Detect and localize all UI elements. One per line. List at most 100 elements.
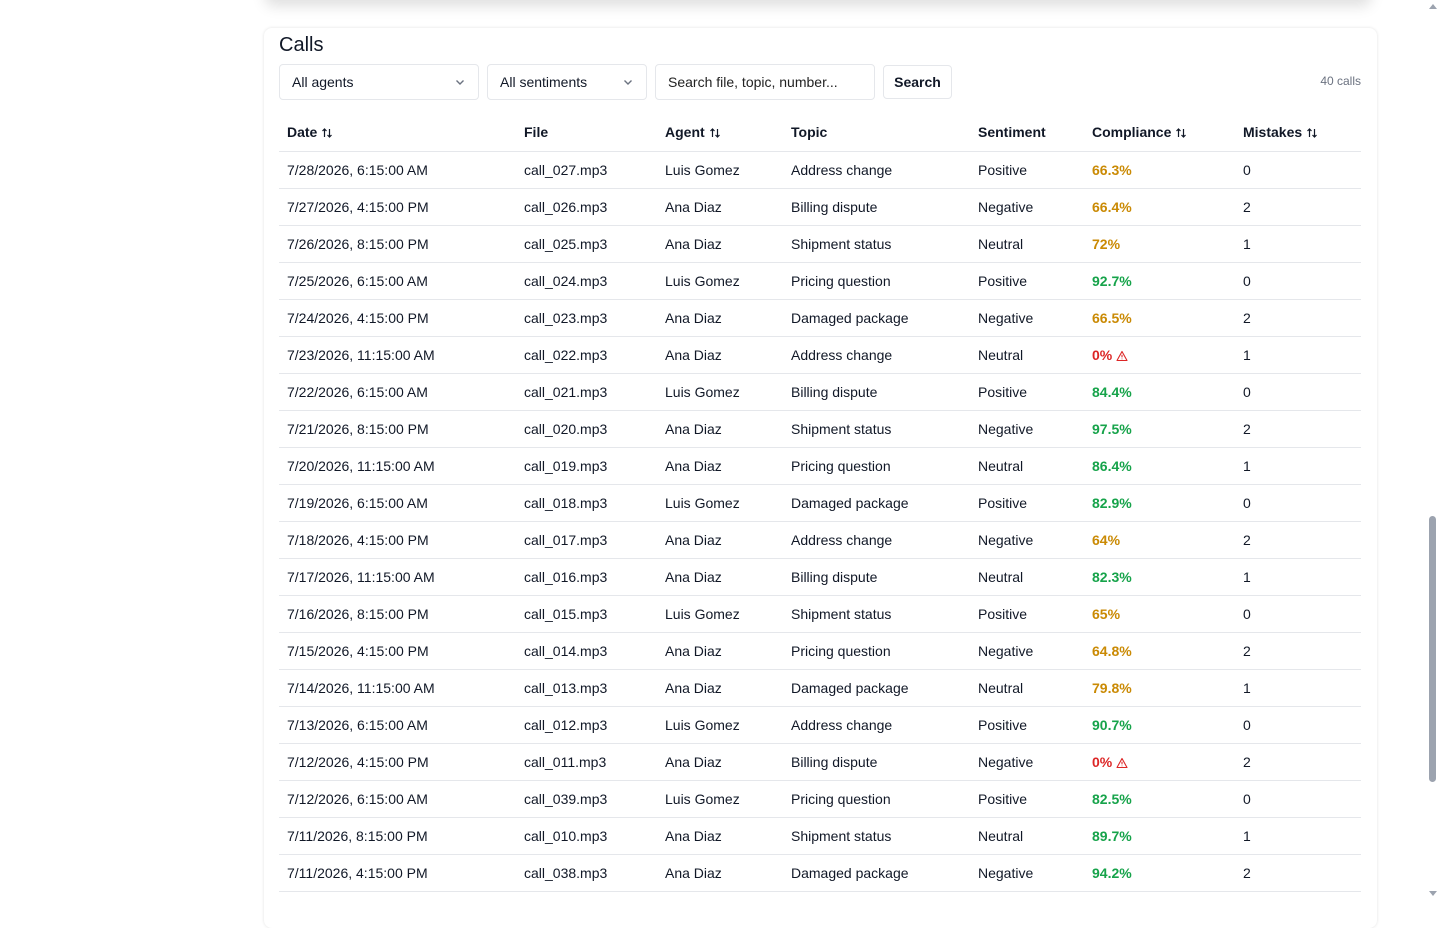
cell-sentiment: Negative (970, 632, 1084, 670)
cell-compliance: 84.4% (1084, 373, 1235, 411)
table-row[interactable]: 7/18/2026, 4:15:00 PM call_017.mp3 Ana Dia… (279, 521, 1361, 559)
cell-file: call_021.mp3 (516, 373, 657, 411)
cell-mistakes: 1 (1235, 336, 1361, 374)
cell-compliance: 97.5% (1084, 410, 1235, 448)
compliance-value: 64.8% (1092, 643, 1132, 659)
section-title: Calls (279, 34, 324, 56)
table-row[interactable]: 7/12/2026, 6:15:00 AM call_039.mp3 Luis Go… (279, 780, 1361, 818)
table-row[interactable]: 7/12/2026, 4:15:00 PM call_011.mp3 Ana Dia… (279, 743, 1361, 781)
table-row[interactable]: 7/11/2026, 8:15:00 PM call_010.mp3 Ana Dia… (279, 817, 1361, 855)
cell-sentiment: Negative (970, 299, 1084, 337)
table-row[interactable]: 7/19/2026, 6:15:00 AM call_018.mp3 Luis Go… (279, 484, 1361, 522)
cell-sentiment: Positive (970, 262, 1084, 300)
table-row[interactable]: 7/17/2026, 11:15:00 AM call_016.mp3 Ana Di… (279, 558, 1361, 596)
column-header-compliance[interactable]: Compliance (1084, 113, 1235, 152)
table-row[interactable]: 7/25/2026, 6:15:00 AM call_024.mp3 Luis Go… (279, 262, 1361, 300)
compliance-value: 82.9% (1092, 495, 1132, 511)
table-row[interactable]: 7/24/2026, 4:15:00 PM call_023.mp3 Ana Dia… (279, 299, 1361, 337)
cell-topic: Billing dispute (783, 743, 970, 781)
cell-agent: Ana Diaz (657, 188, 783, 226)
compliance-value: 97.5% (1092, 421, 1132, 437)
sentiment-filter-select[interactable]: All sentiments (487, 64, 647, 100)
column-header-mistakes[interactable]: Mistakes (1235, 113, 1361, 152)
cell-file: call_017.mp3 (516, 521, 657, 559)
compliance-value: 66.5% (1092, 310, 1132, 326)
compliance-value: 65% (1092, 606, 1121, 622)
cell-file: call_026.mp3 (516, 188, 657, 226)
cell-sentiment: Positive (970, 373, 1084, 411)
cell-compliance: 64% (1084, 521, 1235, 559)
cell-topic: Pricing question (783, 632, 970, 670)
table-row[interactable]: 7/22/2026, 6:15:00 AM call_021.mp3 Luis Go… (279, 373, 1361, 411)
cell-mistakes: 2 (1235, 854, 1361, 892)
cell-mistakes: 0 (1235, 706, 1361, 744)
table-row[interactable]: 7/26/2026, 8:15:00 PM call_025.mp3 Ana Dia… (279, 225, 1361, 263)
cell-sentiment: Neutral (970, 447, 1084, 485)
search-button[interactable]: Search (883, 65, 952, 99)
cell-mistakes: 0 (1235, 595, 1361, 633)
cell-file: call_010.mp3 (516, 817, 657, 855)
cell-date: 7/12/2026, 6:15:00 AM (279, 780, 516, 818)
cell-topic: Address change (783, 151, 970, 189)
cell-file: call_039.mp3 (516, 780, 657, 818)
cell-sentiment: Positive (970, 780, 1084, 818)
cell-sentiment: Positive (970, 484, 1084, 522)
cell-file: call_020.mp3 (516, 410, 657, 448)
cell-agent: Ana Diaz (657, 447, 783, 485)
scroll-down-arrow-icon[interactable] (1429, 891, 1437, 896)
chevron-down-icon (456, 80, 464, 85)
table-row[interactable]: 7/13/2026, 6:15:00 AM call_012.mp3 Luis Go… (279, 706, 1361, 744)
calls-table: Date File Agent Topic Sentiment Complian… (279, 113, 1361, 892)
compliance-value: 0% (1092, 347, 1113, 363)
cell-compliance: 94.2% (1084, 854, 1235, 892)
cell-topic: Damaged package (783, 484, 970, 522)
table-row[interactable]: 7/16/2026, 8:15:00 PM call_015.mp3 Luis Go… (279, 595, 1361, 633)
compliance-value: 72% (1092, 236, 1121, 252)
cell-compliance: 82.3% (1084, 558, 1235, 596)
cell-compliance: 89.7% (1084, 817, 1235, 855)
cell-compliance: 66.4% (1084, 188, 1235, 226)
cell-sentiment: Neutral (970, 817, 1084, 855)
sentiment-filter-value: All sentiments (500, 74, 588, 90)
column-header-agent[interactable]: Agent (657, 113, 783, 152)
column-header-date[interactable]: Date (279, 113, 516, 152)
compliance-value: 90.7% (1092, 717, 1132, 733)
table-row[interactable]: 7/11/2026, 4:15:00 PM call_038.mp3 Ana Dia… (279, 854, 1361, 892)
cell-topic: Billing dispute (783, 558, 970, 596)
cell-file: call_015.mp3 (516, 595, 657, 633)
scrollbar-thumb[interactable] (1429, 516, 1436, 782)
scroll-up-arrow-icon[interactable] (1429, 4, 1437, 9)
cell-mistakes: 0 (1235, 262, 1361, 300)
cell-date: 7/27/2026, 4:15:00 PM (279, 188, 516, 226)
cell-date: 7/28/2026, 6:15:00 AM (279, 151, 516, 189)
cell-agent: Ana Diaz (657, 225, 783, 263)
table-row[interactable]: 7/15/2026, 4:15:00 PM call_014.mp3 Ana Dia… (279, 632, 1361, 670)
vertical-scrollbar[interactable] (1426, 0, 1440, 900)
cell-sentiment: Negative (970, 743, 1084, 781)
cell-file: call_023.mp3 (516, 299, 657, 337)
agent-filter-value: All agents (292, 74, 354, 90)
table-row[interactable]: 7/27/2026, 4:15:00 PM call_026.mp3 Ana Dia… (279, 188, 1361, 226)
cell-date: 7/26/2026, 8:15:00 PM (279, 225, 516, 263)
cell-file: call_011.mp3 (516, 743, 657, 781)
cell-sentiment: Neutral (970, 558, 1084, 596)
table-row[interactable]: 7/20/2026, 11:15:00 AM call_019.mp3 Ana Di… (279, 447, 1361, 485)
table-row[interactable]: 7/14/2026, 11:15:00 AM call_013.mp3 Ana Di… (279, 669, 1361, 707)
table-row[interactable]: 7/21/2026, 8:15:00 PM call_020.mp3 Ana Dia… (279, 410, 1361, 448)
compliance-value: 89.7% (1092, 828, 1132, 844)
agent-filter-select[interactable]: All agents (279, 64, 479, 100)
cell-sentiment: Positive (970, 151, 1084, 189)
cell-mistakes: 0 (1235, 780, 1361, 818)
cell-date: 7/22/2026, 6:15:00 AM (279, 373, 516, 411)
table-row[interactable]: 7/28/2026, 6:15:00 AM call_027.mp3 Luis Go… (279, 151, 1361, 189)
cell-topic: Shipment status (783, 225, 970, 263)
cell-topic: Damaged package (783, 299, 970, 337)
cell-compliance: 92.7% (1084, 262, 1235, 300)
table-row[interactable]: 7/23/2026, 11:15:00 AM call_022.mp3 Ana Di… (279, 336, 1361, 374)
call-count: 40 calls (1320, 74, 1361, 88)
search-input[interactable] (655, 64, 875, 100)
cell-mistakes: 2 (1235, 632, 1361, 670)
cell-mistakes: 1 (1235, 558, 1361, 596)
cell-topic: Billing dispute (783, 188, 970, 226)
cell-date: 7/14/2026, 11:15:00 AM (279, 669, 516, 707)
